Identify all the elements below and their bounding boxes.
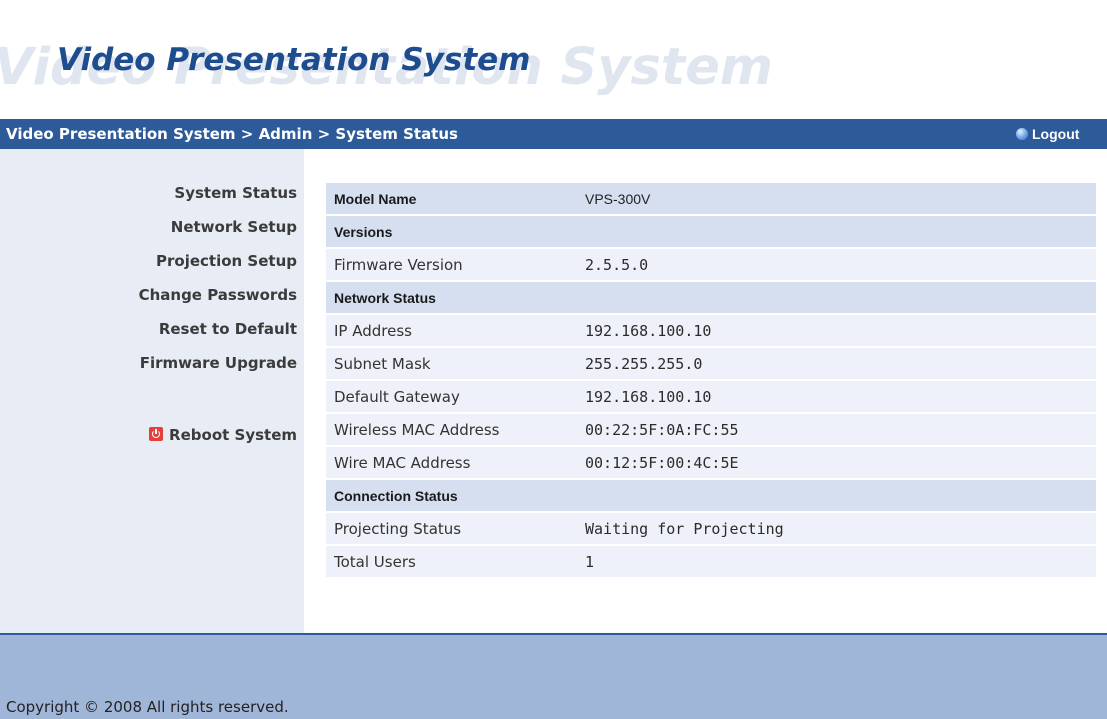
default-gateway-label: Default Gateway bbox=[326, 381, 577, 412]
logout-icon bbox=[1016, 128, 1028, 140]
logout-label: Logout bbox=[1032, 126, 1080, 142]
power-icon bbox=[149, 427, 164, 441]
table-row: Model Name VPS-300V bbox=[326, 183, 1096, 214]
reboot-system-button[interactable]: Reboot System bbox=[149, 426, 297, 444]
table-row: Network Status bbox=[326, 282, 1096, 313]
sidebar-item-firmware-upgrade[interactable]: Firmware Upgrade bbox=[140, 354, 297, 372]
model-name-value: VPS-300V bbox=[577, 183, 1096, 214]
logout-button[interactable]: Logout bbox=[1016, 126, 1079, 142]
table-row: IP Address 192.168.100.10 bbox=[326, 315, 1096, 346]
copyright-text: Copyright © 2008 All rights reserved. bbox=[6, 698, 289, 716]
sidebar-item-change-passwords[interactable]: Change Passwords bbox=[139, 286, 297, 304]
table-row: Wire MAC Address 00:12:5F:00:4C:5E bbox=[326, 447, 1096, 478]
navigation-bar: Video Presentation System > Admin > Syst… bbox=[0, 119, 1107, 149]
table-row: Total Users 1 bbox=[326, 546, 1096, 577]
sidebar-item-reset-to-default[interactable]: Reset to Default bbox=[159, 320, 297, 338]
table-row: Wireless MAC Address 00:22:5F:0A:FC:55 bbox=[326, 414, 1096, 445]
sidebar-item-projection-setup[interactable]: Projection Setup bbox=[156, 252, 297, 270]
total-users-label: Total Users bbox=[326, 546, 577, 577]
subnet-mask-label: Subnet Mask bbox=[326, 348, 577, 379]
reboot-system-label: Reboot System bbox=[169, 426, 297, 444]
app-title: Video Presentation System bbox=[57, 42, 531, 78]
wire-mac-value: 00:12:5F:00:4C:5E bbox=[577, 447, 1096, 478]
ip-address-value: 192.168.100.10 bbox=[577, 315, 1096, 346]
table-row: Default Gateway 192.168.100.10 bbox=[326, 381, 1096, 412]
table-row: Firmware Version 2.5.5.0 bbox=[326, 249, 1096, 280]
projecting-status-value: Waiting for Projecting bbox=[577, 513, 1096, 544]
table-row: Projecting Status Waiting for Projecting bbox=[326, 513, 1096, 544]
model-name-label: Model Name bbox=[326, 183, 577, 214]
footer: Copyright © 2008 All rights reserved. bbox=[0, 633, 1107, 719]
default-gateway-value: 192.168.100.10 bbox=[577, 381, 1096, 412]
section-header-connection-status: Connection Status bbox=[326, 480, 1096, 511]
projecting-status-label: Projecting Status bbox=[326, 513, 577, 544]
sidebar-item-network-setup[interactable]: Network Setup bbox=[171, 218, 297, 236]
wireless-mac-label: Wireless MAC Address bbox=[326, 414, 577, 445]
table-row: Connection Status bbox=[326, 480, 1096, 511]
sidebar-item-system-status[interactable]: System Status bbox=[174, 184, 297, 202]
firmware-version-value: 2.5.5.0 bbox=[577, 249, 1096, 280]
breadcrumb: Video Presentation System > Admin > Syst… bbox=[6, 125, 458, 143]
subnet-mask-value: 255.255.255.0 bbox=[577, 348, 1096, 379]
wireless-mac-value: 00:22:5F:0A:FC:55 bbox=[577, 414, 1096, 445]
section-header-network-status: Network Status bbox=[326, 282, 1096, 313]
total-users-value: 1 bbox=[577, 546, 1096, 577]
header-banner: Video Presentation System Video Presenta… bbox=[0, 0, 1107, 115]
sidebar: System Status Network Setup Projection S… bbox=[0, 149, 304, 633]
main-content: Model Name VPS-300V Versions Firmware Ve… bbox=[304, 149, 1107, 633]
system-status-table: Model Name VPS-300V Versions Firmware Ve… bbox=[326, 181, 1096, 579]
wire-mac-label: Wire MAC Address bbox=[326, 447, 577, 478]
ip-address-label: IP Address bbox=[326, 315, 577, 346]
firmware-version-label: Firmware Version bbox=[326, 249, 577, 280]
table-row: Subnet Mask 255.255.255.0 bbox=[326, 348, 1096, 379]
table-row: Versions bbox=[326, 216, 1096, 247]
section-header-versions: Versions bbox=[326, 216, 1096, 247]
